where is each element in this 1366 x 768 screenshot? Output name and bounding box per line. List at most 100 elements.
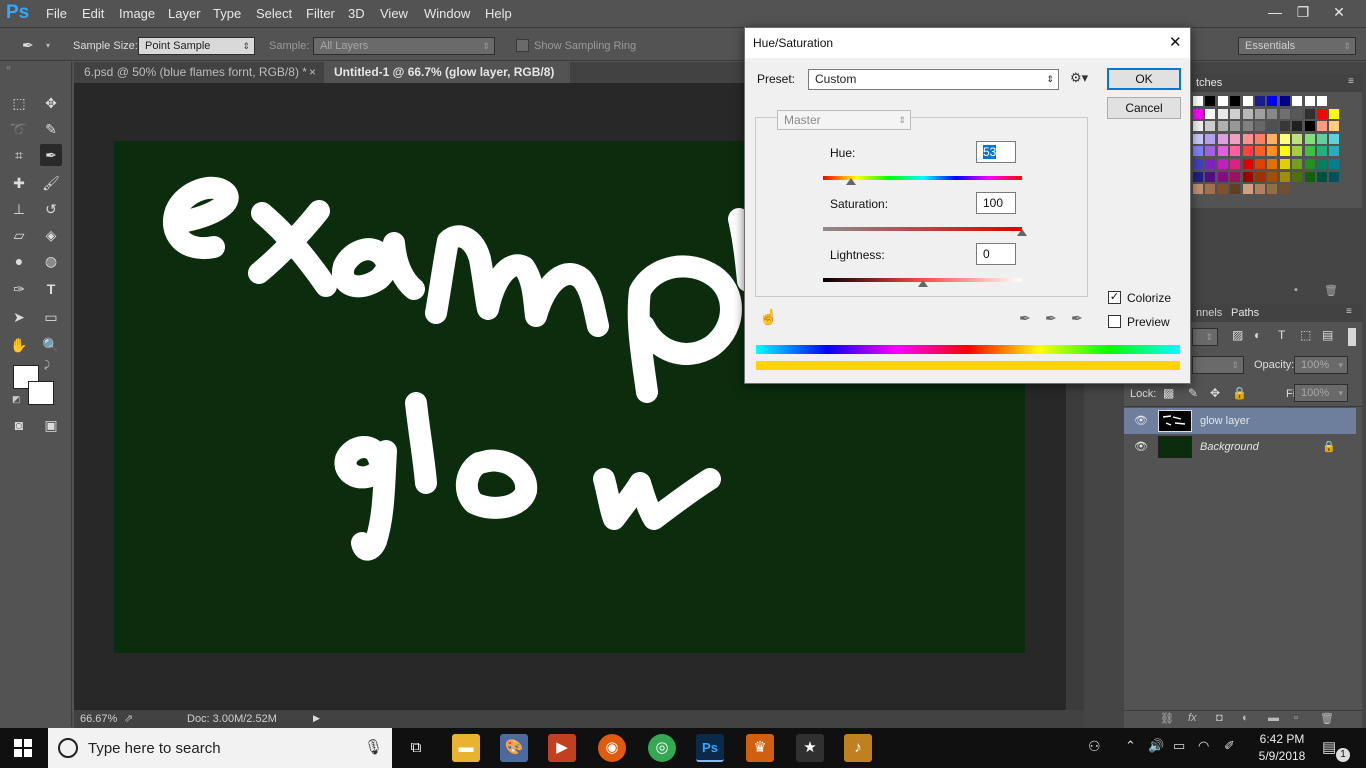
filter-image-icon[interactable]: ▨ — [1232, 328, 1243, 342]
tab-channels[interactable]: nnels — [1196, 307, 1222, 319]
layer-name[interactable]: Background — [1200, 441, 1259, 453]
color-swatch[interactable] — [1292, 121, 1303, 132]
color-swatch[interactable] — [1329, 133, 1340, 144]
delete-swatch-icon[interactable]: 🗑 — [1324, 284, 1338, 297]
tab-close-icon[interactable]: × — [309, 62, 316, 83]
filter-smart-object-icon[interactable]: ▤ — [1322, 328, 1333, 342]
eyedropper-minus-icon[interactable]: ✒ — [1071, 310, 1083, 327]
color-swatch[interactable] — [1317, 121, 1327, 132]
dialog-title-bar[interactable]: Hue/Saturation — [745, 28, 1190, 58]
tab-6-psd[interactable]: 6.psd @ 50% (blue flames fornt, RGB/8) *… — [74, 62, 324, 83]
paint-app-icon[interactable]: 🎨 — [500, 734, 528, 762]
color-swatch[interactable] — [1193, 108, 1203, 119]
filter-adjustment-icon[interactable]: ◐ — [1254, 328, 1261, 342]
filter-type-icon[interactable]: T — [1278, 328, 1285, 342]
pen-workspace-icon[interactable]: ✐ — [1224, 738, 1235, 754]
menu-filter[interactable]: Filter — [306, 6, 335, 21]
hue-slider-thumb[interactable] — [846, 178, 857, 185]
hue-input[interactable]: 53 — [976, 141, 1016, 163]
color-swatch[interactable] — [1279, 133, 1290, 144]
preset-options-gear-icon[interactable]: ⚙▾ — [1070, 70, 1088, 86]
sample-size-dropdown[interactable]: Point Sample ⇕ — [138, 37, 255, 55]
new-swatch-icon[interactable]: ▪ — [1294, 284, 1298, 296]
export-icon[interactable]: ⇗ — [124, 712, 133, 725]
cancel-button[interactable]: Cancel — [1107, 97, 1181, 119]
color-swatch[interactable] — [1255, 159, 1265, 169]
battery-icon[interactable]: ▭ — [1173, 738, 1185, 754]
eyedropper-icon[interactable]: ✒ — [1019, 310, 1031, 327]
color-swatch[interactable] — [1242, 96, 1253, 106]
swap-colors-icon[interactable]: ⤸ — [44, 360, 50, 371]
photoshop-taskbar-icon[interactable]: Ps — [696, 734, 724, 762]
tab-swatches[interactable]: tches — [1196, 77, 1222, 89]
color-swatch[interactable] — [1267, 184, 1278, 195]
colorize-checkbox[interactable]: ✓ — [1108, 291, 1121, 304]
history-brush-tool-icon[interactable]: ↺ — [40, 198, 62, 220]
color-swatch[interactable] — [1205, 108, 1216, 119]
close-window-button[interactable]: ✕ — [1326, 2, 1352, 22]
panel-menu-icon[interactable]: ≡ — [1348, 76, 1354, 87]
color-swatch[interactable] — [1267, 96, 1278, 106]
pen-tool-icon[interactable]: ✑ — [8, 278, 30, 300]
show-hidden-icons-icon[interactable]: ⌃ — [1125, 738, 1136, 754]
color-swatch[interactable] — [1193, 184, 1203, 195]
blur-tool-icon[interactable]: ● — [8, 250, 30, 272]
color-swatch[interactable] — [1317, 146, 1327, 157]
targeted-adjustment-hand-icon[interactable]: ☝ — [759, 308, 778, 326]
tab-paths[interactable]: Paths — [1231, 307, 1259, 319]
workspace-dropdown[interactable]: Essentials ⇕ — [1238, 37, 1356, 55]
preview-checkbox[interactable] — [1108, 315, 1121, 328]
layer-style-icon[interactable]: fx — [1188, 712, 1197, 724]
color-swatch[interactable] — [1304, 146, 1315, 157]
color-swatch[interactable] — [1205, 171, 1216, 182]
eyedropper-tool-icon[interactable]: ✒ — [22, 37, 34, 54]
color-swatch[interactable] — [1329, 121, 1340, 132]
collapse-icon[interactable]: « — [6, 62, 11, 72]
brush-tool-icon[interactable]: 🖌 — [40, 172, 62, 194]
lock-transparent-icon[interactable]: ▩ — [1163, 386, 1174, 400]
task-view-icon[interactable]: ⧉ — [402, 734, 430, 762]
new-adjustment-icon[interactable]: ◐ — [1242, 712, 1249, 724]
color-swatch[interactable] — [1217, 96, 1228, 106]
color-swatch[interactable] — [1217, 171, 1228, 182]
color-swatch[interactable] — [1267, 171, 1278, 182]
menu-3d[interactable]: 3D — [348, 6, 365, 21]
color-swatch[interactable] — [1242, 108, 1253, 119]
color-swatch[interactable] — [1329, 159, 1340, 169]
delete-layer-icon[interactable]: 🗑 — [1320, 712, 1334, 725]
eyedropper-plus-icon[interactable]: ✒ — [1045, 310, 1057, 327]
color-swatch[interactable] — [1317, 171, 1327, 182]
background-color-swatch[interactable] — [28, 381, 54, 405]
color-swatch[interactable] — [1242, 184, 1253, 195]
blend-mode-dropdown[interactable]: ⇕ — [1192, 356, 1244, 374]
layer-row-glow[interactable]: 👁 glow layer — [1124, 408, 1356, 434]
color-swatch[interactable] — [1217, 108, 1228, 119]
color-swatch[interactable] — [1193, 159, 1203, 169]
filter-kind-dropdown[interactable]: ⇕ — [1192, 328, 1218, 346]
eraser-tool-icon[interactable]: ▱ — [8, 224, 30, 246]
color-swatch[interactable] — [1242, 159, 1253, 169]
opacity-field[interactable]: 100% ▾ — [1294, 356, 1348, 374]
color-swatch[interactable] — [1230, 121, 1241, 132]
path-select-tool-icon[interactable]: ➤ — [8, 306, 30, 328]
color-swatch[interactable] — [1217, 146, 1228, 157]
color-swatch[interactable] — [1193, 96, 1203, 106]
microphone-icon[interactable]: 🎙 — [364, 738, 383, 756]
color-swatch[interactable] — [1292, 159, 1303, 169]
ok-button[interactable]: OK — [1107, 68, 1181, 90]
layer-row-background[interactable]: 👁 Background 🔒 — [1124, 434, 1356, 460]
color-swatch[interactable] — [1217, 133, 1228, 144]
dodge-tool-icon[interactable]: ◍ — [40, 250, 62, 272]
filter-shape-icon[interactable]: ⬚ — [1300, 328, 1311, 342]
color-swatch[interactable] — [1329, 108, 1340, 119]
menu-edit[interactable]: Edit — [82, 6, 104, 21]
color-swatch[interactable] — [1230, 146, 1241, 157]
color-swatch[interactable] — [1267, 133, 1278, 144]
layer-name[interactable]: glow layer — [1200, 415, 1250, 427]
saturation-slider-track[interactable] — [823, 227, 1022, 231]
menu-view[interactable]: View — [380, 6, 408, 21]
zoom-tool-icon[interactable]: 🔍 — [40, 334, 62, 356]
zoom-level[interactable]: 66.67% — [80, 713, 117, 725]
color-swatch[interactable] — [1230, 133, 1241, 144]
range-dropdown[interactable]: Master ⇕ — [777, 110, 911, 130]
